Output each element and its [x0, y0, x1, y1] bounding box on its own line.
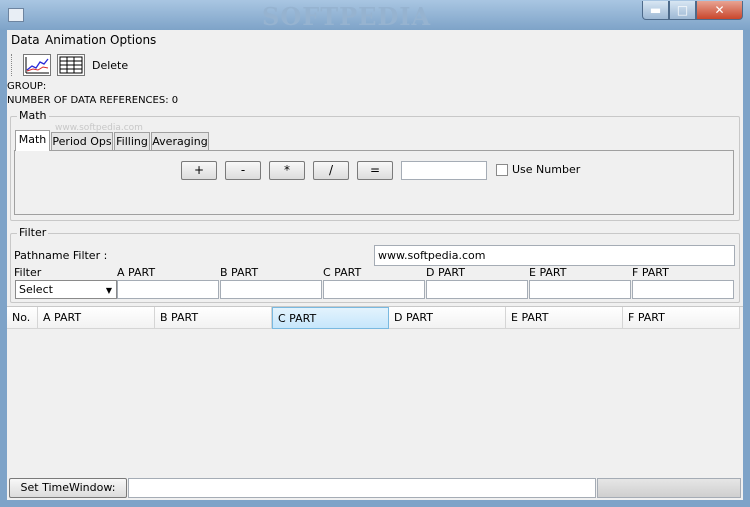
divide-button[interactable]: /	[313, 161, 349, 180]
f-part-label: F PART	[632, 266, 669, 279]
status-bar: Set TimeWindow:	[7, 476, 743, 500]
minus-button[interactable]: -	[225, 161, 261, 180]
tab-filling[interactable]: Filling	[114, 132, 150, 151]
c-part-label: C PART	[323, 266, 362, 279]
column-header-a-part[interactable]: A PART	[38, 307, 155, 329]
d-part-label: D PART	[426, 266, 465, 279]
e-part-input[interactable]	[529, 280, 631, 299]
e-part-label: E PART	[529, 266, 567, 279]
minimize-button[interactable]: ▬	[642, 1, 669, 20]
filter-select[interactable]: Select ▼	[15, 280, 117, 299]
use-number-checkbox[interactable]	[496, 164, 508, 176]
a-part-label: A PART	[117, 266, 156, 279]
close-button[interactable]: ✕	[696, 1, 743, 20]
filter-select-value: Select	[19, 283, 53, 296]
filter-legend: Filter	[17, 226, 49, 239]
time-window-field[interactable]	[128, 478, 596, 498]
title-watermark: SOFTPEDIA	[262, 2, 432, 31]
tab-period-ops[interactable]: Period Ops	[51, 132, 113, 151]
line-chart-icon[interactable]	[23, 54, 51, 76]
set-time-window-button[interactable]: Set TimeWindow:	[9, 478, 127, 498]
f-part-input[interactable]	[632, 280, 734, 299]
multiply-button[interactable]: *	[269, 161, 305, 180]
maximize-button[interactable]: □	[669, 1, 696, 20]
a-part-input[interactable]	[117, 280, 219, 299]
plus-button[interactable]: +	[181, 161, 217, 180]
data-references-label: NUMBER OF DATA REFERENCES: 0	[7, 95, 179, 106]
equals-button[interactable]: =	[357, 161, 393, 180]
b-part-input[interactable]	[220, 280, 322, 299]
app-window: SOFTPEDIA ▬ □ ✕ Data Animation Options D…	[0, 0, 750, 507]
math-group: Math Math Period Ops Filling Averaging w…	[10, 109, 740, 221]
title-bar[interactable]: SOFTPEDIA ▬ □ ✕	[0, 0, 750, 31]
softpedia-watermark: www.softpedia.com	[55, 123, 143, 133]
toolbar: Delete	[7, 52, 743, 78]
d-part-input[interactable]	[426, 280, 528, 299]
math-legend: Math	[17, 109, 49, 122]
data-table-icon[interactable]	[57, 54, 85, 76]
filter-group: Filter Pathname Filter : www.softpedia.c…	[10, 226, 740, 303]
menu-options[interactable]: Options	[110, 33, 156, 47]
tab-math[interactable]: Math	[15, 130, 50, 151]
column-header-c-part[interactable]: C PART	[272, 307, 389, 329]
column-header-no[interactable]: No.	[7, 307, 38, 329]
math-tab-panel: www.softpedia.com + - * / = Use Number	[14, 123, 734, 215]
column-header-b-part[interactable]: B PART	[155, 307, 272, 329]
group-label: GROUP:	[7, 81, 47, 92]
column-header-e-part[interactable]: E PART	[506, 307, 623, 329]
app-icon[interactable]	[8, 8, 24, 22]
number-input[interactable]	[401, 161, 487, 180]
toolbar-grip[interactable]	[11, 54, 14, 76]
client-area: Data Animation Options Delete GROUP: NUM…	[7, 30, 743, 500]
pathname-filter-label: Pathname Filter :	[14, 249, 108, 262]
pathname-filter-input[interactable]: www.softpedia.com	[374, 245, 735, 266]
b-part-label: B PART	[220, 266, 259, 279]
use-number-label: Use Number	[512, 163, 581, 176]
tab-averaging[interactable]: Averaging	[151, 132, 209, 151]
chevron-down-icon[interactable]: ▼	[106, 282, 112, 299]
results-table[interactable]: No. A PART B PART C PART D PART E PART F…	[7, 306, 743, 477]
column-header-d-part[interactable]: D PART	[389, 307, 506, 329]
filter-label: Filter	[14, 266, 42, 279]
delete-button[interactable]: Delete	[92, 59, 128, 72]
column-header-f-part[interactable]: F PART	[623, 307, 740, 329]
menu-animation[interactable]: Animation	[45, 33, 106, 47]
c-part-input[interactable]	[323, 280, 425, 299]
menu-bar: Data Animation Options	[7, 30, 743, 50]
progress-bar	[597, 478, 741, 498]
menu-data[interactable]: Data	[11, 33, 40, 47]
